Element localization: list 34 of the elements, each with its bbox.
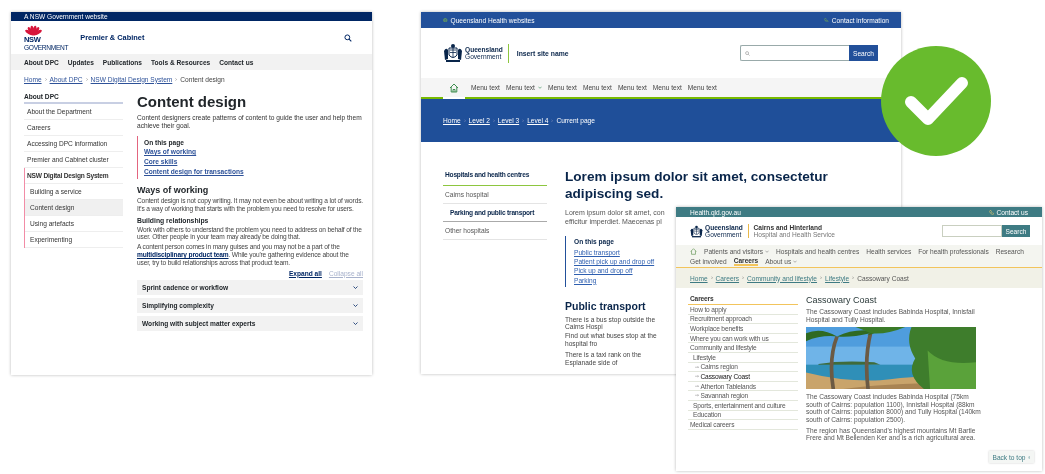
caret-icon — [537, 86, 542, 89]
crest-icon — [443, 43, 463, 63]
home-icon[interactable] — [449, 82, 459, 93]
arrow-icon — [695, 365, 699, 369]
page-title: Cassowary Coast — [806, 295, 878, 305]
home-icon[interactable] — [690, 247, 697, 255]
chevron-icon — [44, 77, 47, 81]
chevron-icon — [852, 276, 855, 280]
chevron-icon — [353, 321, 358, 325]
chevron-icon — [710, 276, 713, 280]
chevron-icon — [742, 276, 745, 280]
arrow-icon — [695, 375, 699, 378]
chevron-icon — [353, 285, 358, 289]
page-title: Lorem ipsum dolor sit amet, consectetur adipiscing sed. — [565, 168, 829, 202]
crest-icon — [690, 224, 703, 238]
search-field[interactable] — [942, 225, 1002, 237]
phone-icon — [989, 209, 995, 215]
search-icon — [745, 50, 750, 56]
search-icon[interactable] — [344, 33, 352, 42]
caret-icon — [765, 249, 769, 253]
chevron-icon — [353, 303, 358, 307]
chevron-icon — [175, 77, 178, 81]
search-field[interactable] — [740, 45, 849, 61]
section-heading: Public transport — [565, 299, 646, 312]
arrow-icon — [695, 394, 699, 397]
arrow-icon — [695, 384, 699, 388]
chevron-icon — [820, 276, 823, 280]
flower-icon — [24, 24, 43, 36]
section-heading: Ways of working — [137, 185, 210, 195]
phone-icon — [824, 17, 829, 23]
globe-icon — [443, 17, 448, 23]
arrow-up-icon — [1027, 455, 1030, 459]
page-title: Content design — [137, 93, 248, 111]
chevron-icon — [85, 77, 88, 81]
